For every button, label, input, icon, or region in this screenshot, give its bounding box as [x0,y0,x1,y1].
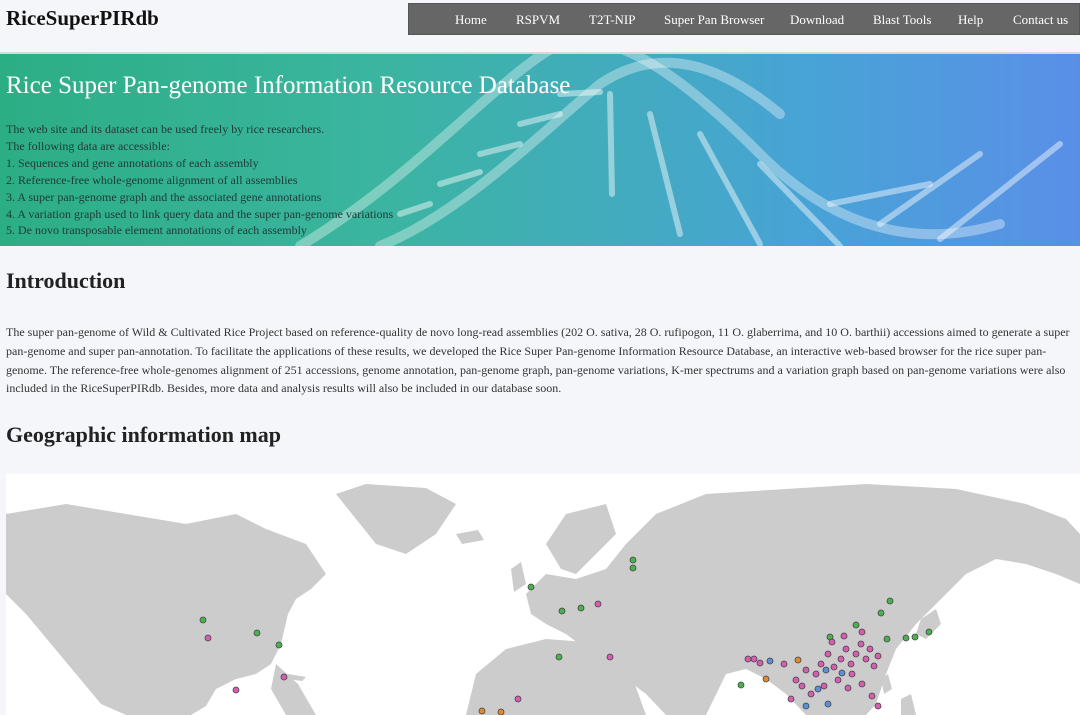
marker [737,681,745,689]
marker [253,629,261,637]
marker [514,695,522,703]
marker [866,645,874,653]
marker [807,690,815,698]
marker [766,657,774,665]
marker [874,702,882,710]
marker [794,656,802,664]
marker [199,616,207,624]
marker [232,686,240,694]
banner-line: 2. Reference-free whole-genome alignment… [6,172,298,187]
marker [830,663,838,671]
marker [527,583,535,591]
marker [756,659,764,667]
marker [802,702,810,710]
nav-blast-tools[interactable]: Blast Tools [873,12,931,28]
introduction-heading: Introduction [6,268,126,293]
marker [744,655,752,663]
marker [868,692,876,700]
landmass-scandinavia [546,504,616,574]
banner-line: The web site and its dataset can be used… [6,122,325,136]
marker [886,597,894,605]
marker [834,676,842,684]
landmass-philippines [901,694,916,715]
site-logo[interactable]: RiceSuperPIRdb [6,6,159,31]
marker [802,666,810,674]
marker [478,707,486,715]
banner-line: The following data are accessible: [6,138,170,153]
marker [762,675,770,683]
header-bar: RiceSuperPIRdb Home RSPVM T2T-NIP Super … [0,0,1080,54]
nav-contact-us[interactable]: Contact us [1013,12,1068,28]
marker [280,673,288,681]
banner-line: 5. De novo transposable element annotati… [6,223,307,238]
banner-line: 1. Sequences and gene annotations of eac… [6,155,259,170]
marker [840,632,848,640]
marker [838,669,846,677]
marker [848,670,856,678]
marker [750,655,758,663]
landmass-greenland [336,484,456,554]
marker [577,604,585,612]
nav-t2t-nip[interactable]: T2T-NIP [589,12,635,28]
marker [858,628,866,636]
marker [629,556,637,564]
world-map[interactable] [6,474,1080,715]
marker [852,650,860,658]
nav-super-pan-browser[interactable]: Super Pan Browser [664,12,764,28]
marker [828,638,836,646]
marker [204,634,212,642]
marker [852,621,860,629]
marker [787,695,795,703]
landmass-iceland [456,530,484,544]
hero-banner: Rice Super Pan-genome Information Resour… [0,54,1080,246]
marker [870,662,878,670]
marker [858,680,866,688]
land-masses [6,484,1080,715]
marker [822,666,830,674]
marker [275,641,283,649]
marker [780,660,788,668]
marker [844,684,852,692]
nav-rspvm[interactable]: RSPVM [516,12,560,28]
marker [629,564,637,572]
marker [862,655,870,663]
marker [824,650,832,658]
marker [812,670,820,678]
marker [606,653,614,661]
marker [883,635,891,643]
nav-download[interactable]: Download [790,12,844,28]
marker [817,660,825,668]
nav-home[interactable]: Home [455,12,487,28]
landmass-uk [511,562,526,592]
marker [874,652,882,660]
marker [594,600,602,608]
nav-help[interactable]: Help [958,12,983,28]
banner-line: 4. A variation graph used to link query … [6,206,394,221]
marker [555,653,563,661]
marker [911,633,919,641]
marker [857,640,865,648]
banner-title: Rice Super Pan-genome Information Resour… [6,72,571,99]
marker [837,655,845,663]
marker [814,685,822,693]
marker [877,609,885,617]
marker [824,700,832,708]
banner-line: 3. A super pan-genome graph and the asso… [6,189,322,204]
marker [497,708,505,715]
main-nav: Home RSPVM T2T-NIP Super Pan Browser Dow… [408,3,1080,35]
landmass-central-america [271,664,316,715]
marker [847,660,855,668]
introduction-text: The super pan-genome of Wild & Cultivate… [6,325,1070,396]
geographic-map-heading: Geographic information map [6,422,281,447]
marker [792,676,800,684]
marker [558,607,566,615]
marker [902,634,910,642]
marker [925,628,933,636]
marker [820,682,828,690]
marker [842,645,850,653]
marker [798,682,806,690]
geographic-map[interactable] [6,474,1080,715]
banner-description: The web site and its dataset can be used… [6,121,393,239]
